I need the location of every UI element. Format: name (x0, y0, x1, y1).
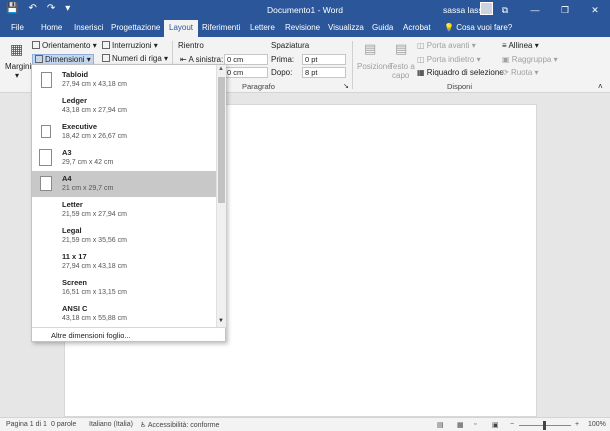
send-backward-icon: ◫ (417, 55, 425, 64)
paper-size-ansi-c[interactable]: ANSI C 43,18 cm x 55,88 cm (32, 301, 216, 327)
read-mode-icon[interactable]: ▦ (457, 421, 464, 429)
vertical-scrollbar[interactable] (600, 94, 610, 417)
align-button[interactable]: ≡ Allinea ▾ (502, 41, 539, 50)
ribbon-display-options-button[interactable]: ⧉ (490, 0, 520, 20)
accessibility-status[interactable]: ♿ Accessibilità: conforme (140, 421, 219, 429)
scroll-down-icon[interactable]: ▼ (218, 318, 224, 324)
breaks-icon (102, 41, 110, 49)
paper-size-ledger[interactable]: Ledger 43,18 cm x 27,94 cm (32, 93, 216, 119)
collapse-ribbon-icon[interactable]: ˄ (598, 82, 603, 91)
rotate-icon: ⟳ (502, 68, 509, 77)
position-icon: ▤ (364, 41, 377, 56)
dialog-launcher-icon[interactable]: ↘ (343, 82, 349, 90)
page-icon (41, 72, 52, 88)
bring-forward-button[interactable]: ◫ Porta avanti ▾ (417, 41, 476, 50)
selection-pane-icon: ▦ (417, 68, 425, 77)
chevron-down-icon: ▾ (15, 71, 20, 80)
spacing-label: Spaziatura (271, 41, 310, 50)
orientation-button[interactable]: Orientamento ▾ (32, 41, 97, 50)
paper-size-dropdown: Tabloid 27,94 cm x 43,18 cm Ledger 43,18… (31, 64, 226, 342)
zoom-level[interactable]: 100% (588, 421, 606, 428)
wrap-text-button[interactable]: Testo a (389, 62, 415, 71)
tab-lettere[interactable]: Lettere (250, 23, 275, 32)
tab-visualizza[interactable]: Visualizza (328, 23, 364, 32)
size-icon (35, 55, 43, 63)
line-numbers-button[interactable]: Numeri di riga ▾ (102, 54, 168, 63)
indent-label: Rientro (178, 41, 204, 50)
tab-file[interactable]: File (11, 23, 24, 32)
more-paper-sizes-link[interactable]: Altre dimensioni foglio... (32, 327, 226, 342)
paper-size-a3[interactable]: A3 29,7 cm x 42 cm (32, 145, 216, 171)
send-backward-button[interactable]: ◫ Porta indietro ▾ (417, 55, 481, 64)
zoom-out-icon[interactable]: − (510, 421, 514, 428)
paper-size-legal[interactable]: Legal 21,59 cm x 35,56 cm (32, 223, 216, 249)
divider (352, 41, 353, 89)
close-button[interactable]: ✕ (580, 0, 610, 20)
margins-button[interactable]: Margini (5, 62, 31, 71)
group-icon: ▣ (502, 55, 510, 64)
paper-size-11x17[interactable]: 11 x 17 27,94 cm x 43,18 cm (32, 249, 216, 275)
align-icon: ≡ (502, 41, 507, 50)
paper-size-a4[interactable]: A4 21 cm x 29,7 cm (32, 171, 216, 197)
minimize-button[interactable]: — (520, 0, 550, 20)
bring-forward-icon: ◫ (417, 41, 425, 50)
spacing-after-label: Dopo: (271, 68, 293, 77)
breaks-button[interactable]: Interruzioni ▾ (102, 41, 158, 50)
group-paragraph-label: Paragrafo (242, 82, 275, 91)
wrap-text-button-line2: capo (392, 71, 410, 80)
print-layout-icon[interactable]: ▫ (474, 421, 476, 428)
tab-inserisci[interactable]: Inserisci (74, 23, 103, 32)
web-layout-icon[interactable]: ▣ (492, 421, 499, 429)
spacing-after-input[interactable]: 8 pt (302, 67, 346, 78)
language[interactable]: Italiano (Italia) (89, 421, 133, 428)
indent-left-icon: ⇤ (180, 55, 187, 64)
group-button[interactable]: ▣ Raggruppa ▾ (502, 55, 558, 64)
tab-guida[interactable]: Guida (372, 23, 393, 32)
page-count[interactable]: Pagina 1 di 1 (6, 421, 47, 428)
accessibility-icon: ♿ (140, 422, 147, 429)
tab-progettazione[interactable]: Progettazione (111, 23, 160, 32)
paper-size-tabloid[interactable]: Tabloid 27,94 cm x 43,18 cm (32, 67, 216, 93)
zoom-slider-handle[interactable] (543, 421, 546, 430)
position-button[interactable]: Posizione (357, 62, 392, 71)
orientation-icon (32, 41, 40, 49)
wrap-text-icon: ▤ (395, 41, 408, 56)
rotate-button[interactable]: ⟳ Ruota ▾ (502, 68, 539, 77)
tab-home[interactable]: Home (41, 23, 62, 32)
selection-pane-button[interactable]: ▦ Riquadro di selezione (417, 68, 504, 77)
page-icon (40, 176, 52, 191)
restore-button[interactable]: ❐ (550, 0, 580, 20)
tell-me-search[interactable]: 💡 Cosa vuoi fare? (444, 23, 512, 32)
lightbulb-icon: 💡 (444, 23, 454, 32)
word-count[interactable]: 0 parole (51, 421, 76, 428)
page-icon (41, 125, 51, 138)
status-bar: Pagina 1 di 1 0 parole Italiano (Italia)… (0, 417, 610, 431)
tab-layout[interactable]: Layout (164, 20, 199, 37)
ribbon-tabs: File Home Inserisci Progettazione Layout… (0, 20, 610, 37)
spacing-before-label: Prima: (271, 55, 295, 64)
tab-revisione[interactable]: Revisione (285, 23, 320, 32)
scrollbar-thumb[interactable] (218, 77, 225, 203)
scroll-up-icon[interactable]: ▲ (218, 66, 224, 72)
paper-size-screen[interactable]: Screen 16,51 cm x 13,15 cm (32, 275, 216, 301)
spacing-before-input[interactable]: 0 pt (302, 54, 346, 65)
indent-left-input[interactable]: 0 cm (224, 54, 268, 65)
indent-right-input[interactable]: 0 cm (224, 67, 268, 78)
page-icon (38, 100, 55, 111)
group-arrange-label: Disponi (447, 82, 473, 91)
tab-acrobat[interactable]: Acrobat (403, 23, 431, 32)
indent-left-label: ⇤ A sinistra: (180, 55, 224, 64)
paper-size-executive[interactable]: Executive 18,42 cm x 26,67 cm (32, 119, 216, 145)
focus-mode-icon[interactable]: ▤ (437, 421, 444, 429)
line-numbers-icon (102, 54, 110, 62)
margins-icon[interactable]: ▦ (10, 41, 23, 58)
zoom-in-icon[interactable]: + (575, 421, 579, 428)
dropdown-scrollbar[interactable]: ▲ ▼ (216, 65, 226, 327)
tab-riferimenti[interactable]: Riferimenti (202, 23, 240, 32)
title-bar: 💾 ↶ ↷ ▾ Documento1 - Word sassa lassa ⧉ … (0, 0, 610, 20)
page-icon (39, 149, 52, 166)
paper-size-letter[interactable]: Letter 21,59 cm x 27,94 cm (32, 197, 216, 223)
